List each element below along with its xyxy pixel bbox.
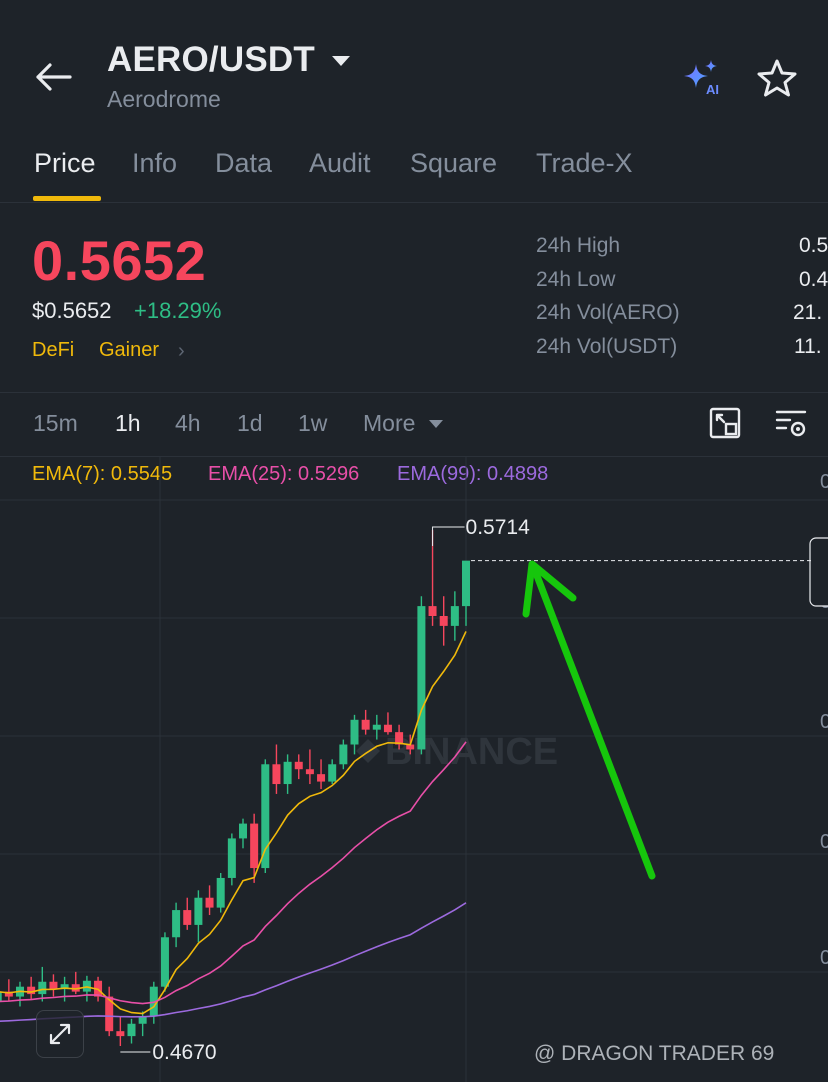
candle-body [205, 897, 214, 908]
tab-divider [0, 202, 828, 203]
star-icon[interactable] [756, 58, 798, 98]
candle-body [27, 986, 36, 995]
price-axis-tick: 0 [820, 831, 828, 853]
coin-name: Aerodrome [107, 86, 221, 112]
tab-data[interactable]: Data [215, 148, 272, 179]
interval-4h[interactable]: 4h [175, 410, 201, 437]
candle-body [38, 981, 47, 995]
annotation-arrow-shaft [530, 564, 656, 880]
candle-body [294, 761, 303, 770]
high-price-label: 0.5714 [466, 516, 531, 539]
candlestick-chart[interactable]: BINANCE000000.57140.4670 [0, 457, 828, 1082]
tag-defi[interactable]: DeFi [32, 339, 74, 362]
price-axis-tick: 0 [820, 711, 828, 733]
ai-sparkle-icon[interactable]: AI [680, 58, 726, 98]
price-axis-tick: 0 [820, 947, 828, 969]
candle-body [428, 606, 437, 616]
candle-body [172, 910, 181, 938]
chart-watermark: BINANCE [385, 731, 558, 773]
candle-body [417, 606, 426, 750]
candle-body [250, 823, 259, 869]
expand-chart-button[interactable] [36, 1010, 84, 1058]
stat-label-24h-high: 24h High [536, 234, 621, 257]
price-change-percent: +18.29% [134, 298, 222, 323]
candle-body [261, 764, 270, 869]
stat-label-24h-vol-usdt: 24h Vol(USDT) [536, 335, 678, 358]
stat-value-24h-vol-aero: 21. [793, 301, 823, 324]
stat-label-24h-vol-aero: 24h Vol(AERO) [536, 301, 680, 324]
candle-body [361, 719, 370, 730]
last-price: 0.5652 [32, 229, 207, 292]
candle-body [283, 761, 292, 785]
interval-1w[interactable]: 1w [298, 410, 327, 437]
candle-body [194, 897, 203, 925]
binance-logo-icon [356, 739, 380, 763]
interval-1d[interactable]: 1d [237, 410, 263, 437]
candle-body [439, 616, 448, 626]
dropdown-caret-icon[interactable] [330, 52, 352, 70]
candle-body [383, 724, 392, 733]
candle-body [116, 1031, 125, 1037]
usd-price: $0.5652 [32, 298, 112, 323]
candle-body [450, 606, 459, 626]
candle-body [227, 838, 236, 878]
tab-price[interactable]: Price [34, 148, 96, 179]
candle-body [462, 560, 470, 607]
footer-watermark: @ DRAGON TRADER 69 [534, 1042, 775, 1065]
section-divider [0, 392, 828, 393]
trading-pair-title[interactable]: AERO/USDT [107, 40, 315, 80]
tab-info[interactable]: Info [132, 148, 177, 179]
chart-settings-icon[interactable] [774, 406, 808, 440]
candle-body [0, 991, 2, 1002]
candle-body [350, 719, 359, 745]
stat-value-24h-vol-usdt: 11. [794, 335, 822, 358]
candle-body [239, 823, 247, 839]
candle-body [328, 764, 337, 782]
stat-value-24h-low: 0.4 [799, 268, 828, 291]
fullscreen-chart-icon[interactable] [708, 406, 742, 440]
expand-arrows-icon [49, 1023, 71, 1045]
candle-body [49, 981, 58, 990]
candle-body [272, 764, 281, 785]
candle-body [127, 1023, 136, 1037]
tag-gainer[interactable]: Gainer [99, 339, 159, 362]
high-marker-line [432, 526, 465, 546]
candle-body [160, 937, 169, 987]
more-caret-icon[interactable] [428, 418, 444, 430]
ema-99-line [0, 902, 467, 1022]
candle-body [216, 877, 225, 908]
candle-body [339, 744, 348, 765]
interval-15m[interactable]: 15m [33, 410, 78, 437]
current-price-marker [809, 537, 828, 607]
tab-square[interactable]: Square [410, 148, 497, 179]
svg-text:AI: AI [706, 82, 719, 97]
stat-value-24h-high: 0.5 [799, 234, 828, 257]
active-tab-indicator [33, 196, 101, 201]
low-price-label: 0.4670 [152, 1041, 216, 1064]
candle-body [183, 910, 192, 925]
tab-bar: Price Info Data Audit Square Trade-X [0, 140, 828, 202]
tab-trade-x[interactable]: Trade-X [536, 148, 633, 179]
candle-body [317, 774, 326, 782]
chevron-right-icon[interactable]: › [178, 340, 185, 363]
candle-body [372, 724, 381, 730]
interval-1h[interactable]: 1h [115, 410, 141, 437]
ema-7-line [0, 631, 467, 1015]
price-axis-tick: 0 [820, 471, 828, 493]
tab-audit[interactable]: Audit [309, 148, 371, 179]
back-arrow-icon[interactable] [34, 60, 74, 94]
interval-more[interactable]: More [363, 410, 415, 437]
candle-body [305, 769, 314, 775]
stat-label-24h-low: 24h Low [536, 268, 616, 291]
